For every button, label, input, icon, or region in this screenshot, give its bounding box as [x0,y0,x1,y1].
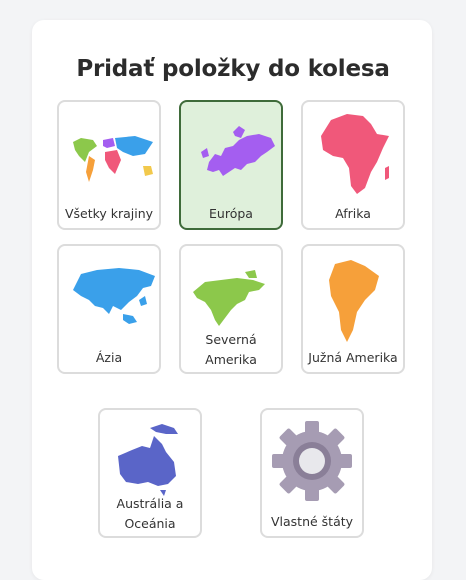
tile-label: Severná Amerika [205,332,257,367]
tile-europe[interactable]: Európa [179,100,283,230]
tile-label: Vlastné štáty [270,514,354,529]
tile-all-countries[interactable]: Všetky krajiny [57,100,161,230]
dialog-title: Pridať položky do kolesa [76,56,390,82]
asia-map-icon [73,268,155,324]
tile-label: Južná Amerika [308,350,398,365]
tile-label: Európa [209,206,253,221]
world-map-icon [73,136,153,182]
europe-map-icon [201,126,275,176]
tile-oceania[interactable]: Austrália a Oceánia [98,408,202,538]
tile-label: Všetky krajiny [64,206,154,221]
tile-africa[interactable]: Afrika [301,100,405,230]
tile-label: Afrika [335,206,371,221]
tile-south-america[interactable]: Južná Amerika [301,244,405,374]
tile-asia[interactable]: Ázia [57,244,161,374]
tile-label: Ázia [95,350,123,365]
africa-map-icon [321,114,389,194]
tile-custom-states[interactable]: Vlastné štáty [260,408,364,538]
gear-icon [272,421,352,501]
south-america-map-icon [329,260,379,342]
tile-north-america[interactable]: Severná Amerika [179,244,283,374]
tile-label: Austrália a Oceánia [116,496,184,531]
